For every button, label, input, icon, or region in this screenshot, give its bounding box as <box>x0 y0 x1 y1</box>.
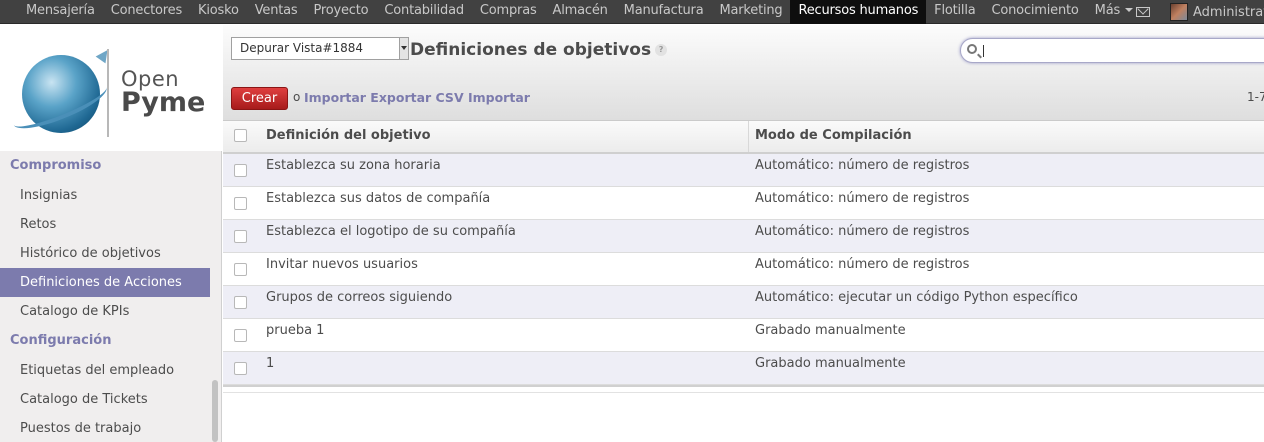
menu-compras[interactable]: Compras <box>472 0 545 24</box>
sidebar-item-etiquetas-empleado[interactable]: Etiquetas del empleado <box>0 356 210 385</box>
cell-definicion: Establezca el logotipo de su compañía <box>266 224 516 239</box>
menu-flotilla[interactable]: Flotilla <box>926 0 983 24</box>
row-checkbox[interactable] <box>234 197 247 210</box>
cell-definicion: 1 <box>266 356 275 371</box>
column-header-modo[interactable]: Modo de Compilación <box>755 121 912 152</box>
user-area: Administrato <box>1136 0 1264 24</box>
sidebar-section-compromiso: Compromiso <box>10 158 102 173</box>
table-row[interactable]: Establezca su zona horaria Automático: n… <box>223 154 1264 187</box>
select-all-checkbox[interactable] <box>234 129 247 142</box>
cell-definicion: Grupos de correos siguiendo <box>266 290 453 305</box>
search-icon <box>967 44 977 54</box>
menu-marketing[interactable]: Marketing <box>711 0 790 24</box>
menu-conocimiento[interactable]: Conocimiento <box>984 0 1087 24</box>
cell-modo: Grabado manualmente <box>755 356 906 371</box>
cell-definicion: Establezca su zona horaria <box>266 158 441 173</box>
row-checkbox[interactable] <box>234 263 247 276</box>
cell-modo: Automático: número de registros <box>755 191 970 206</box>
table-row[interactable]: 1 Grabado manualmente <box>223 352 1264 385</box>
cell-modo: Grabado manualmente <box>755 323 906 338</box>
cell-modo: Automático: número de registros <box>755 257 970 272</box>
row-checkbox[interactable] <box>234 329 247 342</box>
debug-view-select[interactable]: Depurar Vista#1884 <box>231 37 409 60</box>
menu-mensajeria[interactable]: Mensajería <box>18 0 103 24</box>
menu-almacen[interactable]: Almacén <box>545 0 616 24</box>
cell-definicion: Establezca sus datos de compañía <box>266 191 491 206</box>
menu-conectores[interactable]: Conectores <box>103 0 190 24</box>
table-row[interactable]: Grupos de correos siguiendo Automático: … <box>223 286 1264 319</box>
cell-definicion: Invitar nuevos usuarios <box>266 257 418 272</box>
list-view: Definición del objetivo Modo de Compilac… <box>223 121 1264 393</box>
logo-divider <box>107 49 109 137</box>
select-arrow-icon[interactable] <box>399 38 408 59</box>
page-title: Definiciones de objetivos? <box>410 40 668 60</box>
row-checkbox[interactable] <box>234 230 247 243</box>
row-checkbox[interactable] <box>234 362 247 375</box>
row-checkbox[interactable] <box>234 164 247 177</box>
cell-definicion: prueba 1 <box>266 323 325 338</box>
sidebar-item-puestos-trabajo[interactable]: Puestos de trabajo <box>0 414 210 442</box>
sidebar-menu: Compromiso Insignias Retos Histórico de … <box>0 151 210 442</box>
menu-ventas[interactable]: Ventas <box>247 0 306 24</box>
logo[interactable]: Open Pyme <box>0 25 222 151</box>
sidebar-item-retos[interactable]: Retos <box>0 210 210 239</box>
pager[interactable]: 1-7 <box>1247 90 1264 104</box>
sidebar-item-historico-objetivos[interactable]: Histórico de objetivos <box>0 239 210 268</box>
sidebar-item-definiciones-acciones[interactable]: Definiciones de Acciones <box>0 268 210 297</box>
top-menu-bar: Mensajería Conectores Kiosko Ventas Proy… <box>0 0 1264 24</box>
menu-mas[interactable]: Más <box>1087 0 1141 24</box>
table-footer <box>223 385 1264 393</box>
text-cursor <box>983 45 984 57</box>
cell-modo: Automático: número de registros <box>755 224 970 239</box>
main-menu: Mensajería Conectores Kiosko Ventas Proy… <box>0 0 1141 24</box>
table-body: Establezca su zona horaria Automático: n… <box>223 154 1264 385</box>
sidebar: Open Pyme Compromiso Insignias Retos His… <box>0 25 222 442</box>
sidebar-item-catalogo-kpis[interactable]: Catalogo de KPIs <box>0 297 210 326</box>
sidebar-scrollbar[interactable] <box>212 380 218 442</box>
cell-modo: Automático: número de registros <box>755 158 970 173</box>
table-header: Definición del objetivo Modo de Compilac… <box>223 121 1264 154</box>
table-row[interactable]: Invitar nuevos usuarios Automático: núme… <box>223 253 1264 286</box>
import-export-links[interactable]: Importar Exportar CSV Importar <box>304 90 530 105</box>
table-row[interactable]: Establezca sus datos de compañía Automát… <box>223 187 1264 220</box>
table-row[interactable]: Establezca el logotipo de su compañía Au… <box>223 220 1264 253</box>
column-header-definicion[interactable]: Definición del objetivo <box>266 121 431 152</box>
sidebar-item-insignias[interactable]: Insignias <box>0 181 210 210</box>
view-header: Depurar Vista#1884 Definiciones de objet… <box>223 25 1264 121</box>
menu-contabilidad[interactable]: Contabilidad <box>376 0 472 24</box>
cell-modo: Automático: ejecutar un código Python es… <box>755 290 1078 305</box>
chevron-down-icon <box>1125 8 1134 12</box>
arrow-icon <box>95 46 113 64</box>
envelope-icon[interactable] <box>1136 7 1150 17</box>
sidebar-section-configuracion: Configuración <box>10 333 112 348</box>
menu-manufactura[interactable]: Manufactura <box>616 0 712 24</box>
logo-text-pyme: Pyme <box>121 87 206 118</box>
menu-recursos-humanos[interactable]: Recursos humanos <box>790 0 927 24</box>
search-input[interactable] <box>960 38 1264 63</box>
menu-proyecto[interactable]: Proyecto <box>305 0 376 24</box>
sidebar-item-catalogo-tickets[interactable]: Catalogo de Tickets <box>0 385 210 414</box>
table-row[interactable]: prueba 1 Grabado manualmente <box>223 319 1264 352</box>
page-title-text: Definiciones de objetivos <box>410 40 652 60</box>
avatar[interactable] <box>1170 3 1188 21</box>
menu-mas-label: Más <box>1094 2 1121 18</box>
create-button[interactable]: Crear <box>231 87 288 110</box>
user-name[interactable]: Administrato <box>1193 5 1264 20</box>
or-label: o <box>293 90 301 104</box>
debug-view-value: Depurar Vista#1884 <box>240 41 364 55</box>
help-icon[interactable]: ? <box>655 44 668 56</box>
row-checkbox[interactable] <box>234 296 247 309</box>
column-divider <box>748 121 749 152</box>
menu-kiosko[interactable]: Kiosko <box>190 0 247 24</box>
